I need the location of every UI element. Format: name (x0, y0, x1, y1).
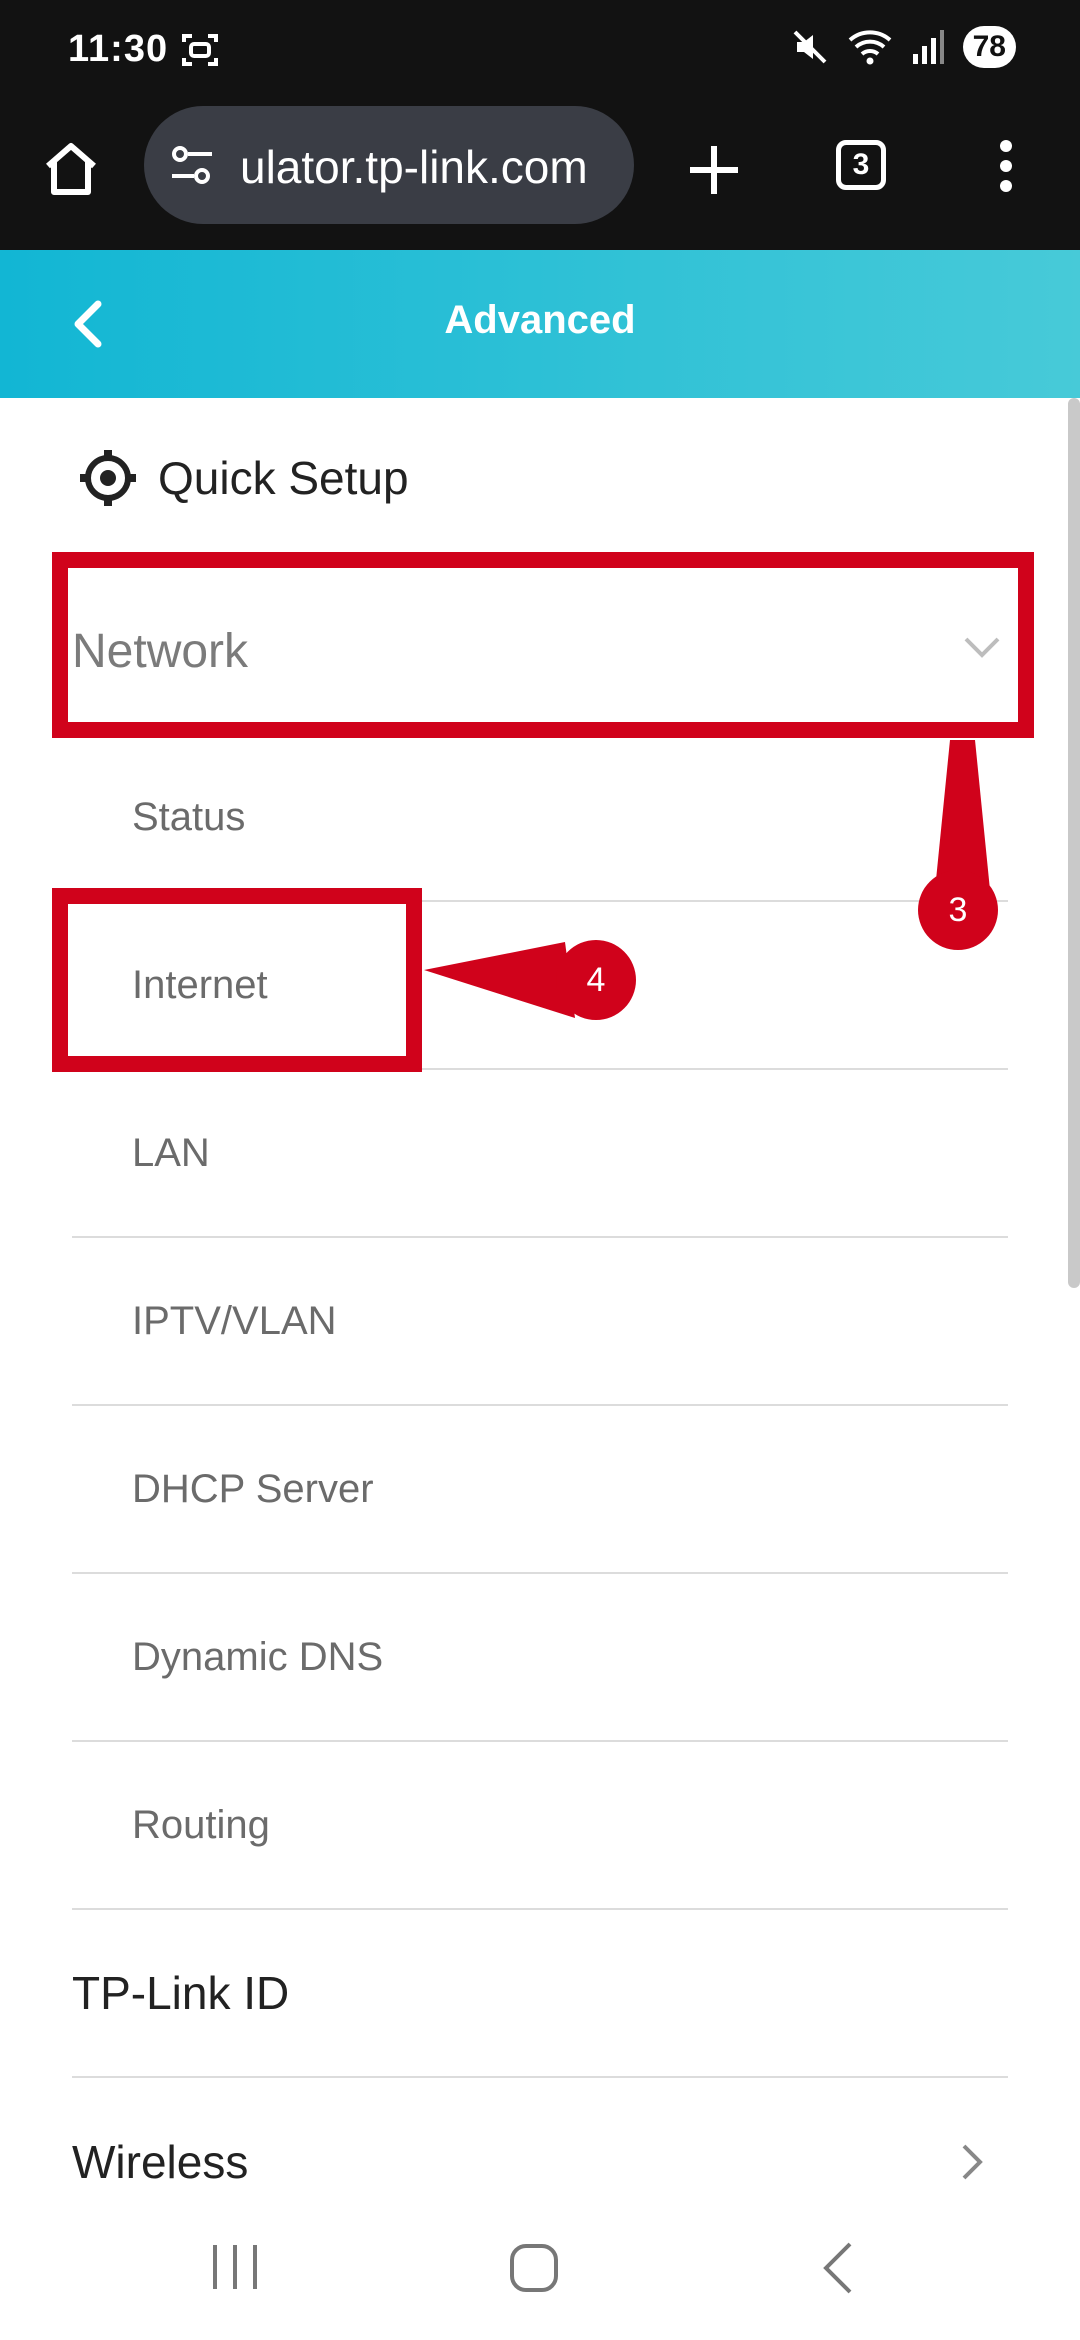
callout-pointers (424, 740, 990, 1018)
nav-home-icon[interactable] (508, 2242, 560, 2294)
recent-apps-icon[interactable] (210, 2242, 260, 2292)
callout-step-3: 3 (918, 870, 998, 950)
callout-step-4: 4 (556, 940, 636, 1020)
nav-back-icon[interactable] (820, 2240, 856, 2296)
system-navbar (0, 2190, 1080, 2340)
